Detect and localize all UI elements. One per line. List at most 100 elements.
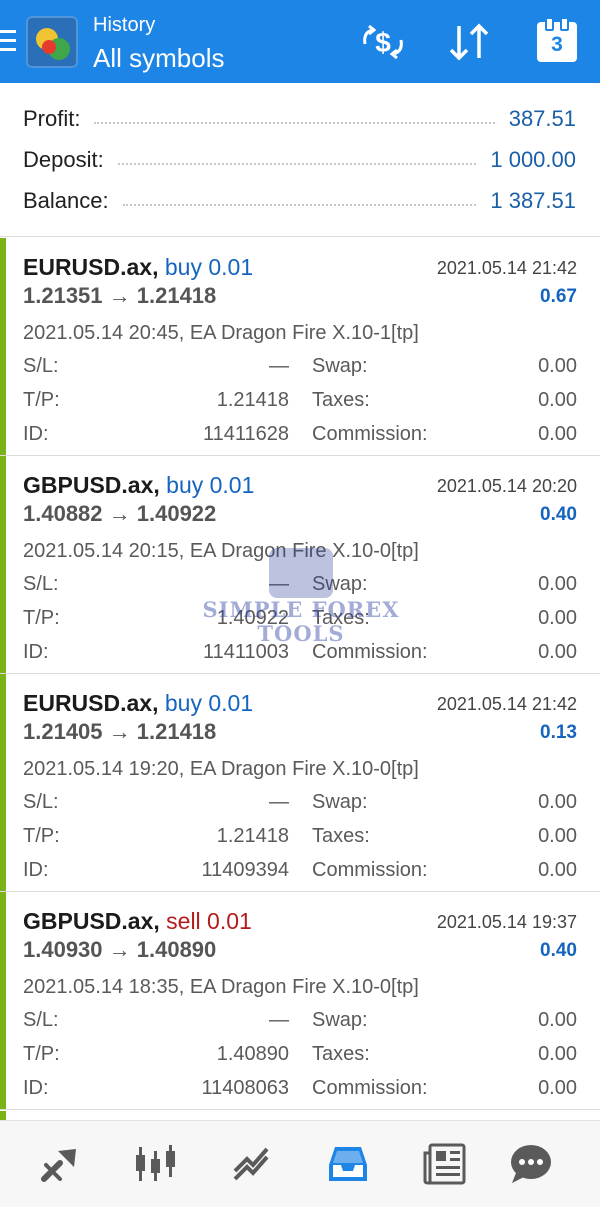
- deal-open-comment: 2021.05.14 20:45, EA Dragon Fire X.10-1[…: [23, 322, 419, 344]
- menu-icon[interactable]: [0, 30, 16, 54]
- deal-type: buy 0.01: [166, 472, 255, 498]
- sl-value: —: [269, 355, 289, 377]
- deal-indicator-bar: [0, 892, 6, 1109]
- watermark-line-2: TOOLS: [257, 621, 345, 646]
- profit-label: Profit:: [23, 106, 81, 131]
- tp-label: T/P:: [23, 607, 60, 629]
- deal-prices: 1.40930 → 1.40890: [23, 937, 217, 962]
- sl-label: S/L:: [23, 573, 59, 595]
- sl-label: S/L:: [23, 355, 59, 377]
- deposit-label: Deposit:: [23, 147, 104, 172]
- deposit-value: 1 000.00: [490, 147, 576, 172]
- swap-value: 0.00: [538, 355, 577, 377]
- symbol-filter-title[interactable]: All symbols: [93, 43, 224, 74]
- app-toolbar: History All symbols $ 3: [0, 0, 600, 83]
- watermark-line-1: SIMPLE FOREX: [202, 597, 400, 622]
- id-value: 11409394: [201, 859, 290, 881]
- sl-label: S/L:: [23, 1009, 59, 1031]
- deal-detail-row: T/P: 1.40890 Taxes: 0.00: [23, 1043, 577, 1067]
- sl-value: —: [269, 791, 289, 813]
- deposit-row: Deposit: 1 000.00: [23, 145, 576, 175]
- dot-leader: [122, 204, 477, 206]
- deal-symbol: GBPUSD.ax,: [23, 908, 160, 934]
- next-deal-indicator-bar: [0, 1111, 6, 1120]
- deal-item[interactable]: EURUSD.ax, buy 0.01 2021.05.14 21:42 1.2…: [0, 674, 600, 892]
- deal-prices: 1.21405 → 1.21418: [23, 719, 217, 744]
- app-logo: [26, 16, 78, 68]
- deal-title: EURUSD.ax, buy 0.01: [23, 690, 253, 717]
- currency-exchange-icon[interactable]: $: [358, 22, 408, 62]
- bottom-navigation: [0, 1120, 600, 1207]
- deal-close-time: 2021.05.14 20:20: [436, 476, 577, 496]
- calendar-day: 3: [537, 17, 577, 62]
- tp-label: T/P:: [23, 1043, 60, 1065]
- chat-icon[interactable]: [504, 1139, 558, 1189]
- bull-logo-icon: [269, 548, 333, 598]
- swap-value: 0.00: [538, 1009, 577, 1031]
- swap-value: 0.00: [538, 573, 577, 595]
- id-label: ID:: [23, 641, 49, 663]
- deal-close-time: 2021.05.14 19:37: [436, 912, 577, 932]
- quotes-icon[interactable]: [34, 1139, 88, 1189]
- taxes-label: Taxes:: [312, 389, 370, 411]
- watermark: SIMPLE FOREX TOOLS: [198, 548, 404, 656]
- trade-icon[interactable]: [225, 1139, 279, 1189]
- tp-label: T/P:: [23, 389, 60, 411]
- deal-type: buy 0.01: [164, 254, 254, 280]
- deal-title: EURUSD.ax, buy 0.01: [23, 254, 253, 281]
- deal-symbol: EURUSD.ax,: [23, 690, 159, 716]
- commission-value: 0.00: [538, 641, 577, 663]
- deal-detail-row: ID: 11411628 Commission: 0.00: [23, 423, 577, 447]
- id-label: ID:: [23, 1077, 49, 1099]
- deal-item[interactable]: GBPUSD.ax, sell 0.01 2021.05.14 19:37 1.…: [0, 892, 600, 1110]
- history-icon[interactable]: [321, 1139, 375, 1189]
- chart-icon[interactable]: [129, 1139, 183, 1189]
- taxes-value: 0.00: [538, 607, 577, 629]
- commission-value: 0.00: [538, 1077, 577, 1099]
- deal-detail-row: S/L: — Swap: 0.00: [23, 1009, 577, 1033]
- toolbar-subtitle: History: [93, 14, 156, 36]
- commission-value: 0.00: [538, 423, 577, 445]
- deal-title: GBPUSD.ax, sell 0.01: [23, 908, 252, 935]
- summary-panel: Profit: 387.51 Deposit: 1 000.00 Balance…: [0, 83, 600, 237]
- taxes-label: Taxes:: [312, 825, 370, 847]
- deal-symbol: GBPUSD.ax,: [23, 472, 160, 498]
- calendar-icon[interactable]: 3: [535, 17, 579, 62]
- deal-profit: 0.13: [540, 722, 577, 743]
- profit-value: 387.51: [508, 106, 576, 131]
- id-label: ID:: [23, 859, 49, 881]
- commission-label: Commission:: [312, 1077, 428, 1099]
- deal-detail-row: S/L: — Swap: 0.00: [23, 791, 577, 815]
- deal-detail-row: ID: 11408063 Commission: 0.00: [23, 1077, 577, 1101]
- tp-value: 1.21418: [216, 825, 289, 847]
- swap-label: Swap:: [312, 1009, 368, 1031]
- deal-close-time: 2021.05.14 21:42: [436, 694, 577, 714]
- swap-label: Swap:: [312, 791, 368, 813]
- deal-indicator-bar: [0, 456, 6, 673]
- profit-row: Profit: 387.51: [23, 104, 576, 134]
- sort-icon[interactable]: [444, 22, 494, 62]
- deal-open-comment: 2021.05.14 18:35, EA Dragon Fire X.10-0[…: [23, 976, 419, 998]
- deal-prices: 1.21351 → 1.21418: [23, 283, 217, 308]
- deal-detail-row: T/P: 1.21418 Taxes: 0.00: [23, 389, 577, 413]
- taxes-value: 0.00: [538, 825, 577, 847]
- balance-value: 1 387.51: [490, 188, 576, 213]
- deal-symbol: EURUSD.ax,: [23, 254, 159, 280]
- id-value: 11411628: [202, 423, 289, 445]
- swap-value: 0.00: [538, 791, 577, 813]
- dot-leader: [117, 163, 477, 165]
- deal-profit: 0.40: [540, 940, 577, 961]
- deal-indicator-bar: [0, 674, 6, 891]
- commission-label: Commission:: [312, 859, 428, 881]
- sl-value: —: [269, 1009, 289, 1031]
- deal-item[interactable]: EURUSD.ax, buy 0.01 2021.05.14 21:42 1.2…: [0, 238, 600, 456]
- news-icon[interactable]: [418, 1139, 472, 1189]
- id-label: ID:: [23, 423, 49, 445]
- sl-label: S/L:: [23, 791, 59, 813]
- taxes-value: 0.00: [538, 389, 577, 411]
- dot-leader: [94, 122, 495, 124]
- deal-profit: 0.67: [540, 286, 577, 307]
- deal-type: sell 0.01: [166, 908, 252, 934]
- tp-value: 1.21418: [216, 389, 289, 411]
- deal-title: GBPUSD.ax, buy 0.01: [23, 472, 254, 499]
